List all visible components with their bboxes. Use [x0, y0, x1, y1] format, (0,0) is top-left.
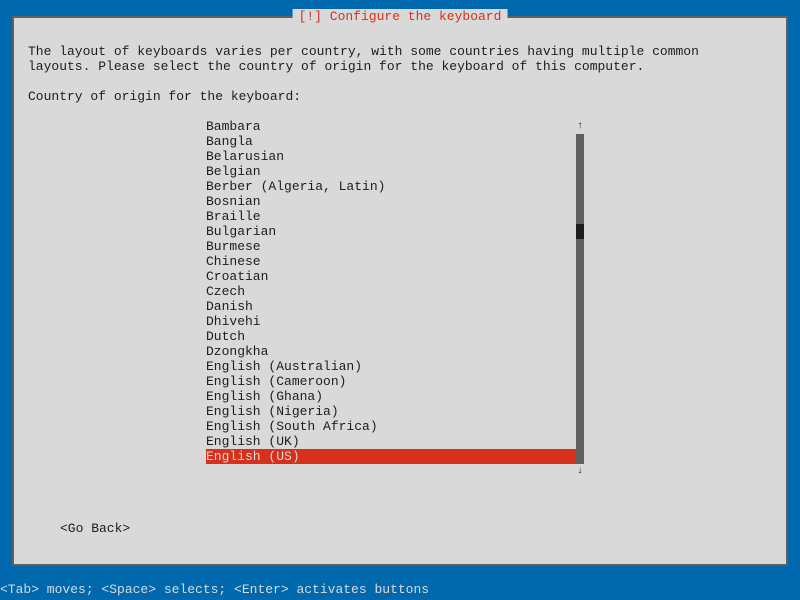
list-item[interactable]: Czech — [206, 284, 622, 299]
list-item[interactable]: Berber (Algeria, Latin) — [206, 179, 622, 194]
prompt-label: Country of origin for the keyboard: — [28, 89, 772, 104]
list-item[interactable]: Belgian — [206, 164, 622, 179]
scrollbar[interactable]: ↑ ↓ — [576, 119, 584, 479]
list-item[interactable]: Dhivehi — [206, 314, 622, 329]
scroll-track[interactable] — [576, 134, 584, 464]
list-item[interactable]: Belarusian — [206, 149, 622, 164]
list-item[interactable]: English (UK) — [206, 434, 622, 449]
list-item[interactable]: English (South Africa) — [206, 419, 622, 434]
scroll-thumb[interactable] — [576, 224, 584, 239]
list-item[interactable]: Bambara — [206, 119, 622, 134]
scroll-down-icon[interactable]: ↓ — [576, 464, 584, 479]
go-back-button[interactable]: <Go Back> — [60, 521, 130, 536]
footer-hint: <Tab> moves; <Space> selects; <Enter> ac… — [0, 582, 800, 597]
list-item[interactable]: English (Australian) — [206, 359, 622, 374]
list-item[interactable]: Danish — [206, 299, 622, 314]
list-item[interactable]: Bangla — [206, 134, 622, 149]
list-item[interactable]: Bosnian — [206, 194, 622, 209]
list-item[interactable]: Dzongkha — [206, 344, 622, 359]
keyboard-list[interactable]: BambaraBanglaBelarusianBelgianBerber (Al… — [206, 119, 622, 464]
instructions-text: The layout of keyboards varies per count… — [28, 44, 772, 74]
list-item[interactable]: English (Ghana) — [206, 389, 622, 404]
list-item[interactable]: Croatian — [206, 269, 622, 284]
dialog-frame: [!] Configure the keyboard The layout of… — [12, 16, 788, 566]
list-item[interactable]: Braille — [206, 209, 622, 224]
dialog-content: The layout of keyboards varies per count… — [14, 18, 786, 564]
list-item[interactable]: English (Nigeria) — [206, 404, 622, 419]
list-item[interactable]: Dutch — [206, 329, 622, 344]
list-item[interactable]: English (US) — [206, 449, 580, 464]
list-item[interactable]: Burmese — [206, 239, 622, 254]
scroll-up-icon[interactable]: ↑ — [576, 119, 584, 134]
list-item[interactable]: English (Cameroon) — [206, 374, 622, 389]
list-item[interactable]: Bulgarian — [206, 224, 622, 239]
list-item[interactable]: Chinese — [206, 254, 622, 269]
